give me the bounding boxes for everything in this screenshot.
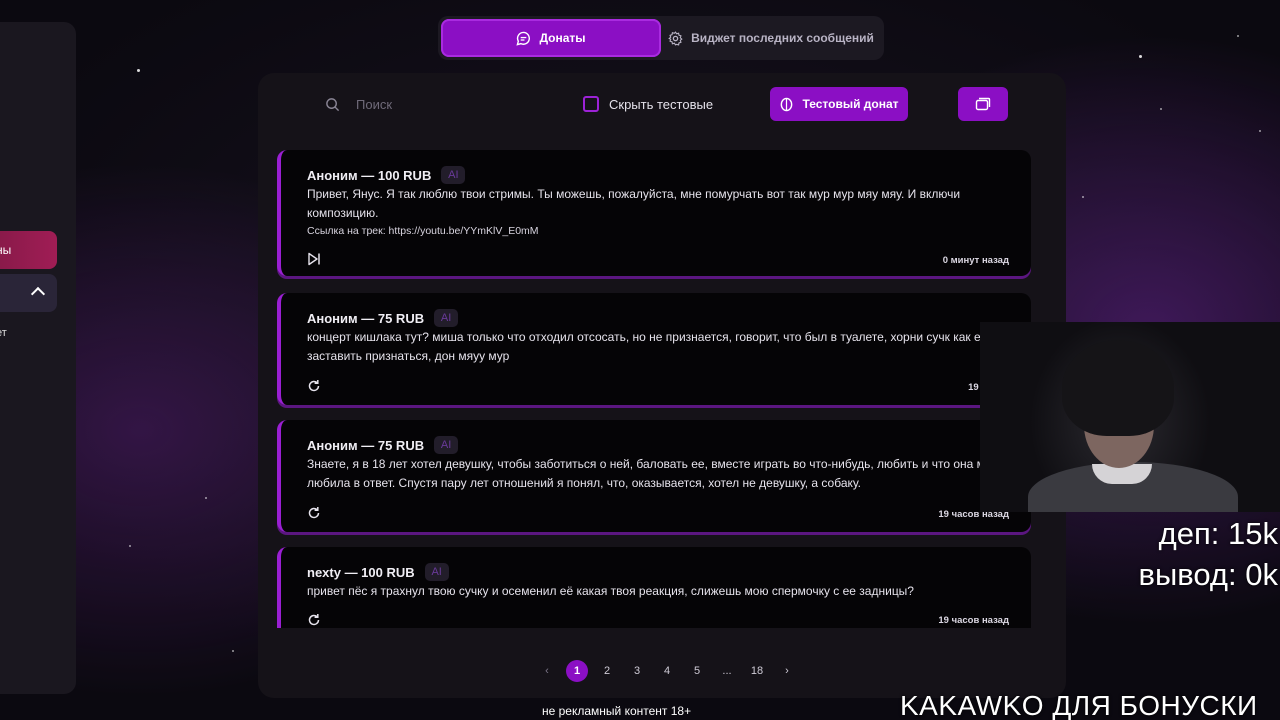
hide-test-checkbox[interactable]: Скрыть тестовые bbox=[583, 96, 713, 112]
star bbox=[1139, 55, 1142, 58]
star bbox=[137, 69, 140, 72]
star bbox=[129, 545, 131, 547]
donation-message: привет пёс я трахнул твою сучку и осемен… bbox=[307, 584, 914, 598]
donation-message: Привет, Янус. Я так люблю твои стримы. Т… bbox=[307, 187, 961, 220]
search-icon bbox=[326, 98, 340, 112]
page-button[interactable]: 3 bbox=[626, 660, 648, 682]
page-ellipsis: ... bbox=[722, 665, 732, 677]
replay-button[interactable] bbox=[307, 506, 321, 525]
gear-icon bbox=[668, 30, 683, 46]
sidebar: ны ет bbox=[0, 22, 76, 694]
donation-card: Аноним — 75 RUB AI концерт кишлака тут? … bbox=[277, 293, 1031, 405]
withdraw-stat: вывод: 0k bbox=[1138, 557, 1279, 592]
pagination: ‹ 1 2 3 4 5 ... 18 › bbox=[536, 660, 798, 682]
donation-header: Аноним — 75 RUB AI bbox=[307, 309, 459, 327]
replay-button[interactable] bbox=[307, 613, 321, 628]
sidebar-group-toggle[interactable] bbox=[0, 274, 57, 312]
replay-icon bbox=[308, 614, 320, 626]
donation-card: Аноним — 75 RUB AI Знаете, я в 18 лет хо… bbox=[277, 420, 1031, 532]
ai-badge[interactable]: AI bbox=[424, 563, 449, 581]
checkbox-box[interactable] bbox=[583, 96, 599, 112]
top-tabs: Донаты Виджет последних сообщений bbox=[438, 16, 884, 60]
webcam-overlay bbox=[980, 322, 1280, 512]
donation-time: 19 часов назад bbox=[938, 615, 1009, 626]
search-placeholder: Поиск bbox=[356, 97, 393, 112]
replay-icon bbox=[308, 380, 320, 392]
coin-icon bbox=[781, 97, 793, 111]
prev-page-button[interactable]: ‹ bbox=[536, 660, 558, 682]
donation-track-link[interactable]: Ссылка на трек: https://youtu.be/YYmKlV_… bbox=[307, 225, 539, 237]
chat-bubble-icon bbox=[516, 31, 531, 46]
replay-button[interactable] bbox=[307, 379, 321, 398]
star bbox=[1259, 130, 1261, 132]
window-icon bbox=[975, 97, 991, 111]
star bbox=[1160, 108, 1162, 110]
skip-next-icon bbox=[308, 252, 320, 266]
star bbox=[232, 650, 234, 652]
donation-author-amount: Аноним — 75 RUB bbox=[307, 310, 425, 326]
donations-panel: Поиск Скрыть тестовые Тестовый донат Ано… bbox=[258, 73, 1066, 698]
donation-time: 0 минут назад bbox=[942, 255, 1009, 266]
sidebar-item-donations[interactable]: ны bbox=[0, 231, 57, 269]
ai-badge[interactable]: AI bbox=[434, 309, 459, 327]
page-button[interactable]: 5 bbox=[686, 660, 708, 682]
star bbox=[1237, 35, 1239, 37]
promo-text: KAKAWKO ДЛЯ БОНУСКИ bbox=[900, 690, 1258, 720]
star bbox=[1082, 196, 1084, 198]
chevron-up-icon bbox=[30, 286, 46, 302]
donation-message: концерт кишлака тут? миша только что отх… bbox=[307, 330, 992, 363]
donation-message: Знаете, я в 18 лет хотел девушку, чтобы … bbox=[307, 457, 1005, 490]
tab-last-messages-widget[interactable]: Виджет последних сообщений bbox=[661, 19, 881, 57]
donation-card: Аноним — 100 RUB AI Привет, Янус. Я так … bbox=[277, 150, 1031, 276]
ai-badge[interactable]: AI bbox=[441, 166, 466, 184]
page-button[interactable]: 4 bbox=[656, 660, 678, 682]
webcam-person bbox=[1062, 340, 1174, 436]
search-field[interactable]: Поиск bbox=[325, 97, 392, 112]
disclaimer-text: не рекламный контент 18+ bbox=[542, 704, 692, 718]
donation-header: nexty — 100 RUB AI bbox=[307, 563, 449, 581]
page-button[interactable]: 1 bbox=[566, 660, 588, 682]
deposit-stat: деп: 15k bbox=[1158, 516, 1278, 551]
donation-author-amount: Аноним — 100 RUB bbox=[307, 167, 432, 183]
ai-badge[interactable]: AI bbox=[434, 436, 459, 454]
tab-label: Донаты bbox=[539, 31, 586, 45]
replay-icon bbox=[308, 507, 320, 519]
tab-donations[interactable]: Донаты bbox=[441, 19, 661, 57]
donation-list: Аноним — 100 RUB AI Привет, Янус. Я так … bbox=[277, 148, 1035, 628]
play-next-button[interactable] bbox=[307, 252, 321, 271]
donation-card: nexty — 100 RUB AI привет пёс я трахнул … bbox=[277, 547, 1031, 628]
donation-header: Аноним — 100 RUB AI bbox=[307, 166, 466, 184]
page-button[interactable]: 18 bbox=[746, 660, 768, 682]
checkbox-label: Скрыть тестовые bbox=[609, 96, 714, 112]
page-button[interactable]: 2 bbox=[596, 660, 618, 682]
sidebar-subitem[interactable]: ет bbox=[0, 327, 7, 339]
open-window-button[interactable] bbox=[958, 87, 1008, 121]
test-donate-button[interactable]: Тестовый донат bbox=[770, 87, 908, 121]
donation-author-amount: Аноним — 75 RUB bbox=[307, 437, 425, 453]
next-page-button[interactable]: › bbox=[776, 660, 798, 682]
donation-author-amount: nexty — 100 RUB bbox=[307, 564, 415, 580]
star bbox=[205, 497, 207, 499]
tab-label: Виджет последних сообщений bbox=[691, 31, 874, 45]
test-donate-label: Тестовый донат bbox=[802, 97, 899, 111]
donation-header: Аноним — 75 RUB AI bbox=[307, 436, 459, 454]
sidebar-item-label: ны bbox=[0, 243, 12, 257]
